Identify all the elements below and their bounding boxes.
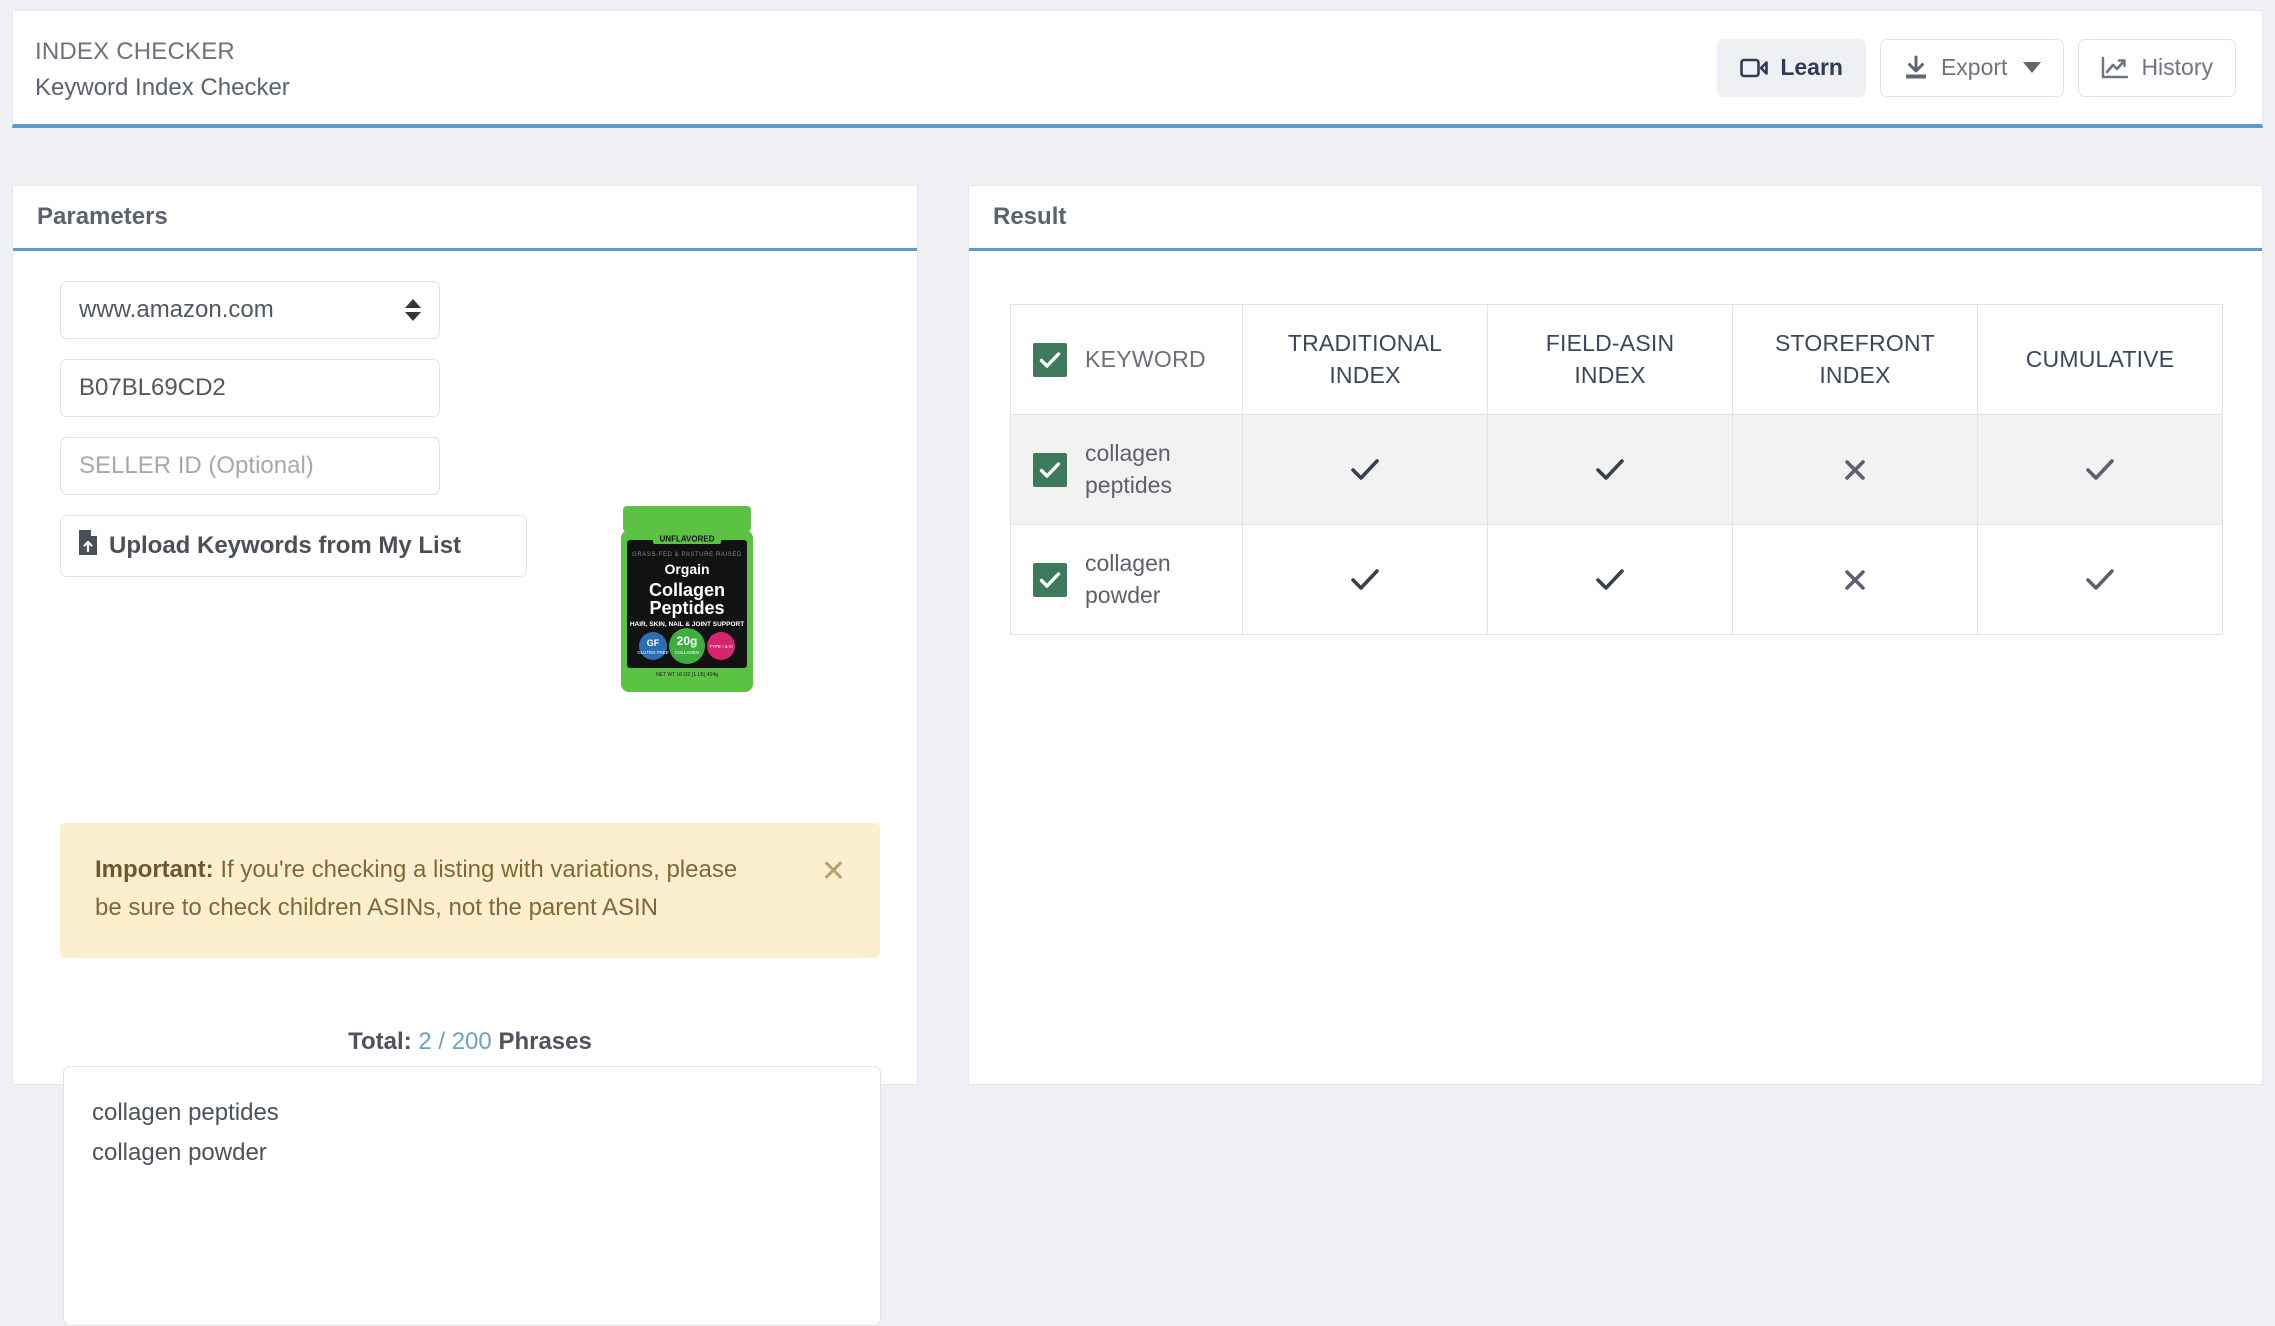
- column-header-keyword-label: KEYWORD: [1085, 344, 1206, 375]
- row-keyword-label: collagen peptides: [1085, 438, 1236, 500]
- important-alert: Important: If you're checking a listing …: [60, 823, 880, 958]
- column-header-traditional-index: TRADITIONAL INDEX: [1243, 305, 1488, 415]
- product-image: UNFLAVORED GRASS-FED & PASTURE RAISED Or…: [613, 504, 761, 694]
- traditional-line1: TRADITIONAL: [1288, 330, 1442, 356]
- svg-text:HAIR, SKIN, NAIL & JOINT SUPPO: HAIR, SKIN, NAIL & JOINT SUPPORT: [630, 621, 744, 628]
- header-titles: INDEX CHECKER Keyword Index Checker: [35, 34, 290, 102]
- alert-strong: Important:: [95, 856, 214, 883]
- result-panel-title: Result: [993, 203, 1066, 231]
- cell-cumulative: [1978, 525, 2223, 635]
- row-keyword-cell: collagen powder: [1011, 525, 1243, 635]
- history-button[interactable]: History: [2078, 39, 2236, 97]
- check-icon: [2083, 567, 2117, 593]
- check-icon: [1348, 457, 1382, 483]
- keywords-textarea[interactable]: collagen peptides collagen powder: [63, 1066, 881, 1326]
- column-header-storefront-index: STOREFRONT INDEX: [1733, 305, 1978, 415]
- svg-text:UNFLAVORED: UNFLAVORED: [660, 535, 715, 544]
- cumulative-line1: CUMULATIVE: [2026, 346, 2175, 372]
- cell-storefront-index: [1733, 415, 1978, 525]
- svg-text:20g: 20g: [677, 634, 698, 648]
- result-table-wrapper: KEYWORD TRADITIONAL INDEX FIELD-ASIN IND…: [1010, 304, 2222, 635]
- download-icon: [1903, 55, 1929, 81]
- svg-text:GF: GF: [647, 638, 660, 648]
- row-keyword-label: collagen powder: [1085, 548, 1236, 610]
- app-header: INDEX CHECKER Keyword Index Checker Lear…: [12, 10, 2263, 128]
- total-phrases: Total: 2 / 200 Phrases: [60, 1028, 880, 1056]
- cross-icon: [1841, 457, 1869, 483]
- row-checkbox[interactable]: [1033, 453, 1067, 487]
- svg-text:Collagen: Collagen: [649, 580, 725, 600]
- storefront-line1: STOREFRONT: [1775, 330, 1935, 356]
- table-row: collagen powder: [1011, 525, 2223, 635]
- check-icon: [2083, 457, 2117, 483]
- svg-text:Peptides: Peptides: [649, 598, 724, 618]
- file-upload-icon: [77, 529, 99, 563]
- total-count: 2 / 200: [418, 1028, 491, 1055]
- table-row: collagen peptides: [1011, 415, 2223, 525]
- export-button[interactable]: Export: [1880, 39, 2064, 97]
- total-prefix: Total:: [348, 1028, 412, 1055]
- alert-text: Important: If you're checking a listing …: [95, 851, 755, 928]
- check-icon: [1348, 567, 1382, 593]
- upload-keywords-button[interactable]: Upload Keywords from My List: [60, 515, 527, 577]
- marketplace-select[interactable]: www.amazon.com: [60, 281, 440, 339]
- total-suffix: Phrases: [498, 1028, 591, 1055]
- cell-field-asin-index: [1488, 415, 1733, 525]
- parameters-panel-title: Parameters: [37, 203, 168, 231]
- chart-line-icon: [2101, 56, 2129, 80]
- svg-text:Orgain: Orgain: [664, 561, 709, 577]
- seller-id-placeholder: SELLER ID (Optional): [79, 452, 314, 480]
- upload-keywords-label: Upload Keywords from My List: [109, 532, 461, 560]
- marketplace-value: www.amazon.com: [79, 296, 274, 324]
- parameters-panel: Parameters www.amazon.com B07BL69CD2 SEL…: [12, 185, 918, 1085]
- chevron-down-icon: [2023, 62, 2041, 73]
- svg-text:GLUTEN FREE: GLUTEN FREE: [637, 650, 669, 655]
- column-header-keyword: KEYWORD: [1011, 305, 1243, 415]
- svg-text:TYPE I & III: TYPE I & III: [709, 644, 733, 649]
- parameters-panel-body: www.amazon.com B07BL69CD2 SELLER ID (Opt…: [13, 251, 917, 577]
- history-label: History: [2141, 54, 2213, 81]
- result-panel-header: Result: [969, 186, 2262, 251]
- result-table-head: KEYWORD TRADITIONAL INDEX FIELD-ASIN IND…: [1011, 305, 2223, 415]
- cell-cumulative: [1978, 415, 2223, 525]
- page-title: Keyword Index Checker: [35, 74, 290, 102]
- learn-button[interactable]: Learn: [1717, 39, 1866, 97]
- row-keyword-cell: collagen peptides: [1011, 415, 1243, 525]
- cell-storefront-index: [1733, 525, 1978, 635]
- asin-input[interactable]: B07BL69CD2: [60, 359, 440, 417]
- cell-traditional-index: [1243, 525, 1488, 635]
- asin-value: B07BL69CD2: [79, 374, 226, 402]
- storefront-line2: INDEX: [1819, 362, 1890, 388]
- video-icon: [1740, 57, 1768, 79]
- updown-arrows-icon: [405, 299, 421, 321]
- cell-field-asin-index: [1488, 525, 1733, 635]
- cross-icon: [1841, 567, 1869, 593]
- svg-text:GRASS-FED & PASTURE RAISED: GRASS-FED & PASTURE RAISED: [632, 552, 742, 558]
- page-kicker: INDEX CHECKER: [35, 38, 290, 66]
- check-icon: [1593, 457, 1627, 483]
- cell-traditional-index: [1243, 415, 1488, 525]
- row-checkbox[interactable]: [1033, 563, 1067, 597]
- seller-id-input[interactable]: SELLER ID (Optional): [60, 437, 440, 495]
- header-actions: Learn Export History: [1717, 39, 2240, 97]
- check-icon: [1593, 567, 1627, 593]
- parameters-form: www.amazon.com B07BL69CD2 SELLER ID (Opt…: [13, 281, 443, 495]
- svg-text:COLLAGEN: COLLAGEN: [675, 650, 700, 655]
- alert-close-icon[interactable]: ✕: [817, 851, 850, 893]
- result-panel: Result: [968, 185, 2263, 1085]
- parameters-panel-header: Parameters: [13, 186, 917, 251]
- traditional-line2: INDEX: [1329, 362, 1400, 388]
- column-header-field-asin-index: FIELD-ASIN INDEX: [1488, 305, 1733, 415]
- field-asin-line2: INDEX: [1574, 362, 1645, 388]
- table-header-row: KEYWORD TRADITIONAL INDEX FIELD-ASIN IND…: [1011, 305, 2223, 415]
- export-label: Export: [1941, 54, 2007, 81]
- select-all-checkbox[interactable]: [1033, 343, 1067, 377]
- result-table: KEYWORD TRADITIONAL INDEX FIELD-ASIN IND…: [1010, 304, 2223, 635]
- svg-text:NET WT 16 OZ (1 LB) 454g: NET WT 16 OZ (1 LB) 454g: [656, 672, 718, 678]
- column-header-cumulative: CUMULATIVE: [1978, 305, 2223, 415]
- field-asin-line1: FIELD-ASIN: [1546, 330, 1675, 356]
- learn-label: Learn: [1780, 54, 1843, 81]
- result-table-body: collagen peptides: [1011, 415, 2223, 635]
